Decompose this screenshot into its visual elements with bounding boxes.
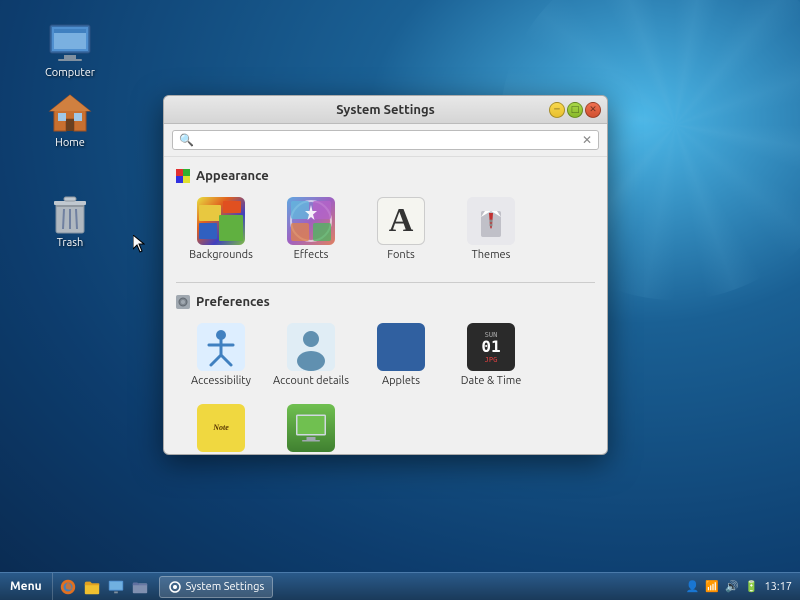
- applets-label: Applets: [382, 375, 420, 388]
- accessibility-icon: [197, 323, 245, 371]
- account-details-label: Account details: [273, 375, 349, 388]
- preferences-icons-grid: Accessibility Account details: [164, 315, 607, 454]
- applets-icon: [377, 323, 425, 371]
- settings-icon-desktop[interactable]: Desktop: [266, 396, 356, 454]
- desktop-icon-computer[interactable]: Computer: [30, 15, 110, 83]
- system-settings-window: System Settings ─ □ ✕ 🔍 ✕: [163, 95, 608, 455]
- settings-icon-desklets[interactable]: Note Desklets: [176, 396, 266, 454]
- desktop-icon-img: [287, 404, 335, 452]
- computer-icon: [46, 19, 94, 67]
- taskbar-battery-icon: 🔋: [745, 580, 759, 593]
- search-input[interactable]: [198, 133, 582, 147]
- desklets-icon: Note: [197, 404, 245, 452]
- minimize-button[interactable]: ─: [549, 102, 565, 118]
- taskbar-apps: [53, 576, 155, 598]
- taskbar-user-icon: 👤: [686, 580, 700, 593]
- home-label: Home: [55, 137, 85, 149]
- accessibility-label: Accessibility: [191, 375, 251, 388]
- settings-icon-applets[interactable]: Applets: [356, 315, 446, 396]
- desktop: Computer Home Trash: [0, 0, 800, 600]
- files-button[interactable]: [81, 576, 103, 598]
- appearance-icon: [176, 169, 190, 183]
- monitor-button[interactable]: [105, 576, 127, 598]
- search-clear-button[interactable]: ✕: [582, 133, 592, 147]
- cursor: [133, 235, 145, 253]
- settings-icon-account-details[interactable]: Account details: [266, 315, 356, 396]
- themes-icon: [467, 197, 515, 245]
- menu-button[interactable]: Menu: [0, 573, 53, 600]
- trash-icon: [46, 189, 94, 237]
- settings-icon-accessibility[interactable]: Accessibility: [176, 315, 266, 396]
- firefox-button[interactable]: [57, 576, 79, 598]
- themes-label: Themes: [472, 249, 511, 262]
- effects-label: Effects: [294, 249, 329, 262]
- home-icon: [46, 89, 94, 137]
- taskbar-window-label: System Settings: [186, 581, 265, 593]
- taskbar-volume-icon: 🔊: [725, 580, 739, 593]
- date-time-icon: SUN 01 JPG: [467, 323, 515, 371]
- taskbar-window-settings[interactable]: System Settings: [159, 576, 274, 598]
- preferences-label: Preferences: [196, 295, 270, 309]
- window-content: Appearance Backgrounds: [164, 157, 607, 454]
- desktop-icon-trash[interactable]: Trash: [30, 185, 110, 253]
- preferences-icon: [176, 295, 190, 309]
- search-bar: 🔍 ✕: [164, 124, 607, 157]
- settings-icon-effects[interactable]: Effects: [266, 189, 356, 270]
- section-divider-1: [176, 282, 595, 283]
- desktop-icon-home[interactable]: Home: [30, 85, 110, 153]
- account-details-icon: [287, 323, 335, 371]
- taskbar-network-icon: 📶: [705, 580, 719, 593]
- taskbar: Menu: [0, 572, 800, 600]
- appearance-label: Appearance: [196, 169, 269, 183]
- appearance-section-header: Appearance: [164, 165, 607, 189]
- menu-label: Menu: [10, 580, 42, 593]
- trash-label: Trash: [57, 237, 84, 249]
- taskbar-time: 13:17: [764, 581, 792, 593]
- window-title: System Settings: [336, 103, 435, 117]
- date-time-label: Date & Time: [461, 375, 522, 388]
- fonts-label: Fonts: [387, 249, 415, 262]
- settings-icon-backgrounds[interactable]: Backgrounds: [176, 189, 266, 270]
- computer-label: Computer: [45, 67, 95, 79]
- backgrounds-label: Backgrounds: [189, 249, 253, 262]
- fonts-icon: A: [377, 197, 425, 245]
- search-input-wrap: 🔍 ✕: [172, 130, 599, 150]
- folder-button[interactable]: [129, 576, 151, 598]
- settings-icon-themes[interactable]: Themes: [446, 189, 536, 270]
- backgrounds-icon: [197, 197, 245, 245]
- titlebar: System Settings ─ □ ✕: [164, 96, 607, 124]
- maximize-button[interactable]: □: [567, 102, 583, 118]
- settings-taskbar-icon: [168, 580, 182, 594]
- settings-icon-date-time[interactable]: SUN 01 JPG Date & Time: [446, 315, 536, 396]
- effects-icon: [287, 197, 335, 245]
- appearance-icons-grid: Backgrounds: [164, 189, 607, 278]
- search-icon: 🔍: [179, 133, 194, 147]
- window-controls: ─ □ ✕: [549, 102, 601, 118]
- preferences-section-header: Preferences: [164, 291, 607, 315]
- settings-icon-fonts[interactable]: A Fonts: [356, 189, 446, 270]
- taskbar-right: 👤 📶 🔊 🔋 13:17: [678, 580, 800, 593]
- close-button[interactable]: ✕: [585, 102, 601, 118]
